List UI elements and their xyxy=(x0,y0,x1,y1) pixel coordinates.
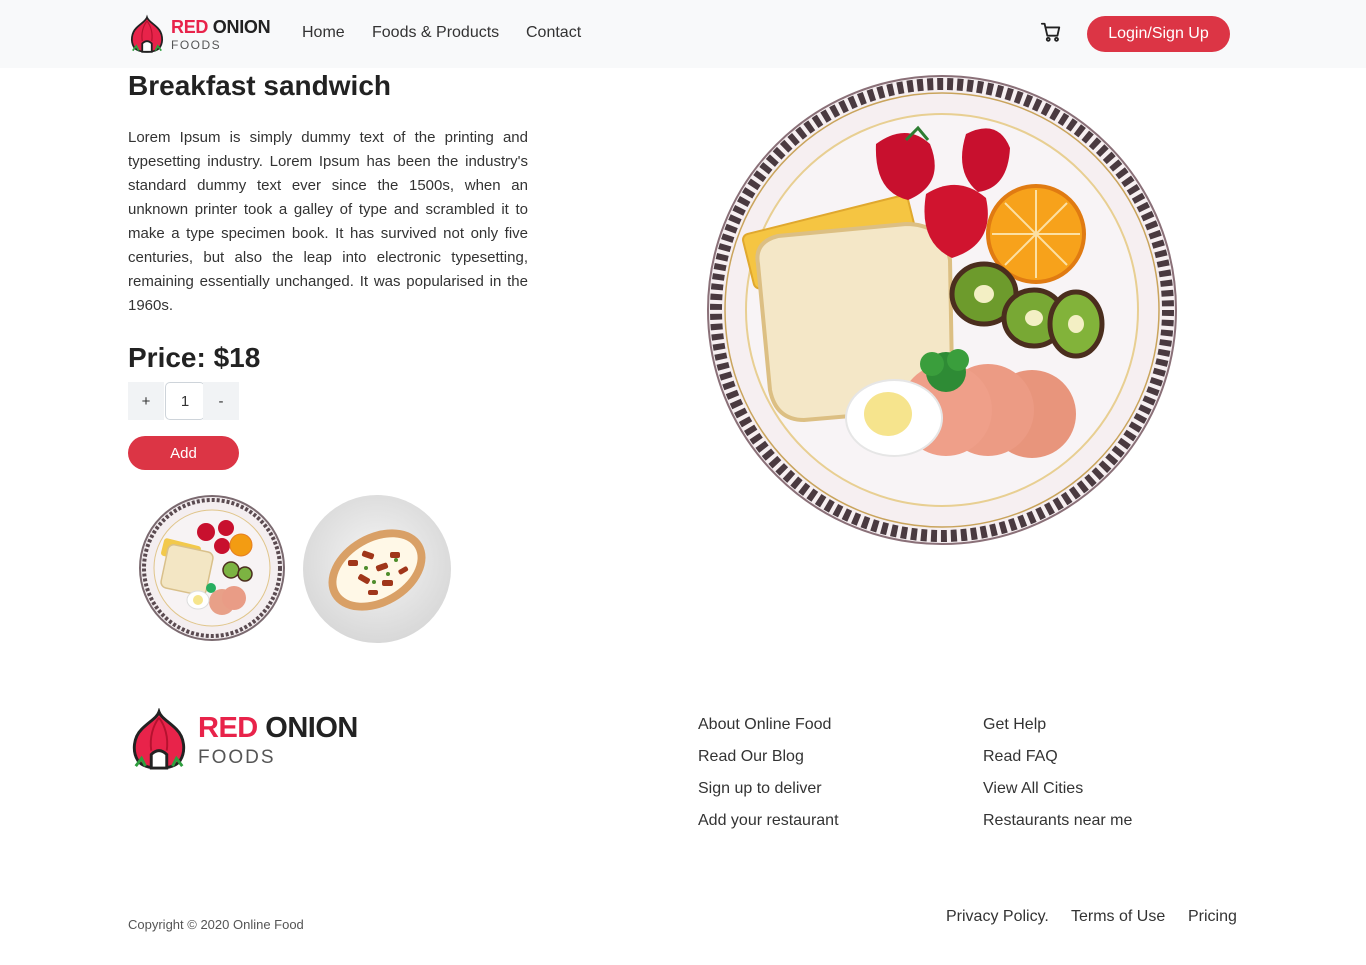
privacy-policy-link[interactable]: Privacy Policy. xyxy=(946,908,1049,926)
brand-name: RED ONION xyxy=(171,17,271,37)
nav-home[interactable]: Home xyxy=(302,24,345,42)
footer-link-help[interactable]: Get Help xyxy=(983,715,1132,747)
footer-links-column-1: About Online Food Read Our Blog Sign up … xyxy=(698,715,839,843)
thumbnail-bacon-potato[interactable] xyxy=(302,494,452,649)
nav-contact[interactable]: Contact xyxy=(526,24,581,42)
header-bar: RED ONION FOODS Home Foods & Products Co… xyxy=(0,0,1366,68)
pricing-link[interactable]: Pricing xyxy=(1188,908,1237,926)
footer-link-cities[interactable]: View All Cities xyxy=(983,779,1132,811)
footer-brand-subtitle: FOODS xyxy=(198,747,276,768)
copyright-text: Copyright © 2020 Online Food xyxy=(128,917,304,932)
footer-link-deliver[interactable]: Sign up to deliver xyxy=(698,779,839,811)
product-price: Price: $18 xyxy=(128,342,261,373)
product-title: Breakfast sandwich xyxy=(128,70,391,101)
login-signup-button[interactable]: Login/Sign Up xyxy=(1087,16,1230,52)
onion-logo-icon xyxy=(130,14,164,53)
thumbnail-breakfast-plate[interactable] xyxy=(138,494,286,647)
footer-link-restaurants-near[interactable]: Restaurants near me xyxy=(983,811,1132,843)
quantity-increase-button[interactable]: + xyxy=(128,382,164,420)
brand-subtitle: FOODS xyxy=(171,38,222,52)
quantity-input[interactable] xyxy=(165,382,205,420)
footer-link-add-restaurant[interactable]: Add your restaurant xyxy=(698,811,839,843)
footer-logo[interactable]: RED ONION FOODS xyxy=(128,706,368,772)
onion-logo-icon xyxy=(132,708,186,770)
quantity-decrease-button[interactable]: - xyxy=(203,382,239,420)
product-main-image xyxy=(706,74,1178,551)
nav-foods-products[interactable]: Foods & Products xyxy=(372,24,499,42)
cart-icon[interactable] xyxy=(1040,21,1062,43)
product-description: Lorem Ipsum is simply dummy text of the … xyxy=(128,129,528,314)
footer-brand-name: RED ONION xyxy=(198,712,358,744)
footer-link-faq[interactable]: Read FAQ xyxy=(983,747,1132,779)
terms-of-use-link[interactable]: Terms of Use xyxy=(1071,908,1165,926)
footer-links-column-2: Get Help Read FAQ View All Cities Restau… xyxy=(983,715,1132,843)
footer-link-about[interactable]: About Online Food xyxy=(698,715,839,747)
logo[interactable]: RED ONION FOODS xyxy=(128,13,278,55)
add-to-cart-button[interactable]: Add xyxy=(128,436,239,470)
footer-link-blog[interactable]: Read Our Blog xyxy=(698,747,839,779)
